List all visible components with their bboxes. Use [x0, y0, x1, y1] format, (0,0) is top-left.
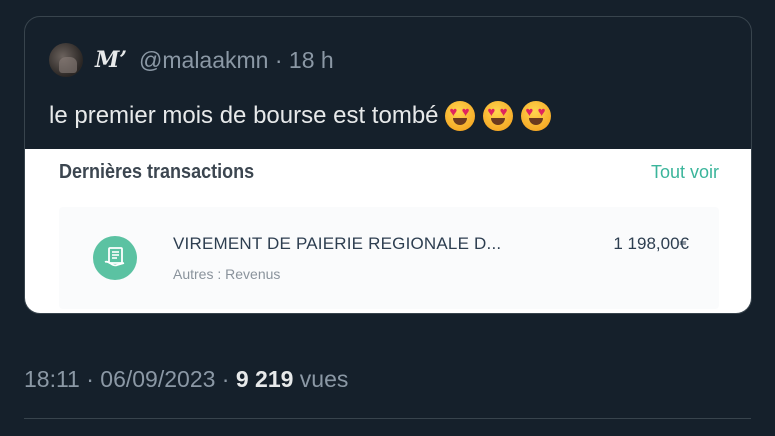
avatar[interactable] [49, 43, 83, 77]
tweet-text-line: le premier mois de bourse est tombé [49, 101, 559, 131]
heart-eyes-emoji-icon [444, 101, 475, 131]
handle-and-time: @malaakmn · 18 h [139, 46, 334, 73]
tweet-timestamp[interactable]: 18:11 · 06/09/2023 · [24, 366, 236, 392]
views-label: vues [293, 366, 349, 392]
transaction-label: VIREMENT DE PAIERIE REGIONALE D... [173, 234, 502, 253]
see-all-link[interactable]: Tout voir [651, 162, 719, 183]
display-name[interactable]: M’ [95, 47, 127, 73]
transaction-category: Autres : Revenus [173, 266, 281, 282]
quoted-tweet-card[interactable]: M’ @malaakmn · 18 h le premier mois de b… [24, 16, 752, 314]
quoted-tweet-header: M’ @malaakmn · 18 h [49, 43, 334, 77]
transactions-screenshot: Dernières transactions Tout voir VIREMEN… [25, 149, 751, 313]
money-transfer-icon [93, 236, 137, 280]
divider [24, 418, 751, 419]
views-count: 9 219 [235, 366, 294, 392]
transaction-amount: 1 198,00€ [613, 234, 689, 253]
heart-eyes-emoji-icon [520, 101, 551, 131]
emoji-group [444, 101, 559, 131]
transactions-title: Dernières transactions [59, 161, 255, 183]
tweet-text: le premier mois de bourse est tombé [49, 102, 439, 129]
tweet-meta: 18:11 · 06/09/2023 · 9 219 vues [24, 366, 348, 393]
transaction-row[interactable]: VIREMENT DE PAIERIE REGIONALE D... Autre… [59, 207, 719, 309]
heart-eyes-emoji-icon [482, 101, 513, 131]
